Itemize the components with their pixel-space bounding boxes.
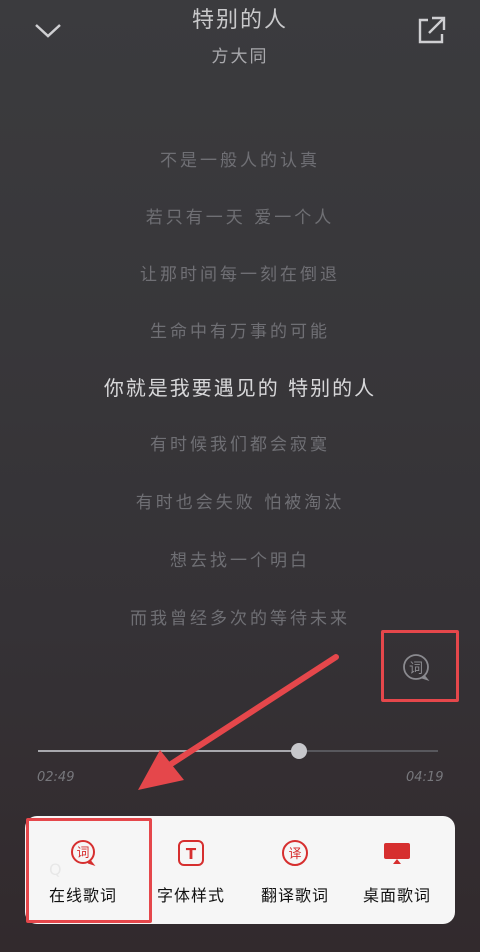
artist-name: 方大同	[211, 47, 269, 67]
share-external-icon	[418, 16, 446, 44]
desktop-lyrics-label: 桌面歌词	[362, 886, 431, 905]
share-button[interactable]	[414, 14, 448, 48]
lyric-line-current: 你就是我要遇见的 特别的人	[103, 376, 377, 400]
font-style-icon: T	[178, 840, 204, 866]
lyric-line: 有时候我们都会寂寞	[150, 435, 330, 455]
lyric-line: 生命中有万事的可能	[150, 322, 330, 342]
progress-fill	[38, 750, 299, 752]
font-style-button[interactable]: T 字体样式	[141, 816, 241, 924]
elapsed-time: 02:49	[37, 770, 75, 785]
lyric-line: 想去找一个明白	[170, 551, 310, 571]
svg-text:T: T	[186, 845, 197, 863]
player-header: 特别的人 方大同	[0, 0, 480, 80]
translate-lyrics-button[interactable]: 译 翻译歌词	[245, 816, 345, 924]
font-style-label: 字体样式	[156, 886, 225, 905]
annotation-arrow	[138, 654, 339, 790]
progress-thumb[interactable]	[291, 743, 307, 759]
lyric-line: 若只有一天 爱一个人	[145, 208, 335, 228]
annotation-highlight-box	[26, 818, 152, 923]
desktop-lyrics-button[interactable]: 桌面歌词	[347, 816, 447, 924]
lyric-line: 而我曾经多次的等待未来	[130, 609, 350, 629]
translate-lyrics-label: 翻译歌词	[260, 886, 329, 905]
total-time: 04:19	[406, 770, 444, 785]
lyric-line: 有时也会失败 怕被淘汰	[135, 493, 345, 513]
svg-text:译: 译	[288, 847, 301, 862]
translate-lyrics-icon: 译	[282, 840, 308, 866]
annotation-highlight-box	[381, 630, 459, 702]
song-title: 特别的人	[191, 8, 288, 33]
desktop-lyrics-icon	[384, 843, 410, 864]
progress-slider[interactable]	[38, 742, 442, 762]
lyric-line: 不是一般人的认真	[160, 151, 320, 171]
lyric-line: 让那时间每一刻在倒退	[140, 265, 340, 285]
